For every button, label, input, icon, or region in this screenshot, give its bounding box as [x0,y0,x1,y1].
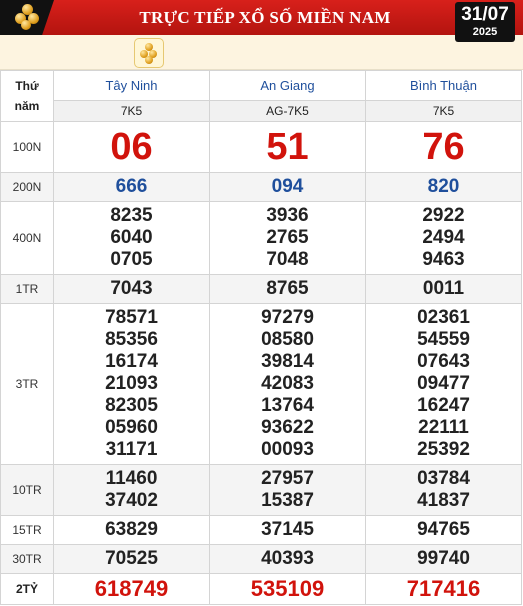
prize-row-400n: 400N 8235 6040 0705 3936 2765 7048 2922 … [0,201,522,275]
prize-label: 400N [0,201,54,275]
lottery-balls-button[interactable] [134,38,164,68]
prize-label: 100N [0,121,54,173]
prize-label: 30TR [0,544,54,574]
draw-date: 31/07 [461,4,509,25]
prize-number: 8765 [266,278,309,299]
prize-number: 0011 [422,278,465,299]
prize-number: 78571 [105,307,158,328]
prize-number: 2922 [422,205,465,226]
prize-number: 0705 [110,249,153,270]
prize-label: 1TR [0,274,54,304]
prize-number: 15387 [261,490,314,511]
prize-label: 3TR [0,303,54,465]
province-row: Thứ năm Tây Ninh An Giang Bình Thuận [0,70,522,122]
province-name[interactable]: Tây Ninh [53,70,210,101]
prize-number: 09477 [417,373,470,394]
prize-number: 820 [427,176,460,197]
prize-number: 00093 [261,439,314,460]
prize-number: 85356 [105,329,158,350]
prize-row-10tr: 10TR 11460 37402 27957 15387 03784 41837 [0,464,522,516]
prize-number: 05960 [105,417,158,438]
prize-number: 16174 [105,351,158,372]
prize-number: 03784 [417,468,470,489]
prize-number: 16247 [417,395,470,416]
toolbar [0,35,523,70]
prize-number: 94765 [417,519,470,540]
draw-year: 2025 [472,26,498,38]
prize-number: 08580 [261,329,314,350]
prize-number: 37402 [105,490,158,511]
weekday-label-line1: Thứ [15,79,39,93]
prize-number: 82305 [105,395,158,416]
prize-number: 7043 [110,278,153,299]
prize-number: 37145 [261,519,314,540]
prize-number: 7048 [266,249,309,270]
prize-number: 618749 [94,576,169,601]
prize-number: 11460 [105,468,158,489]
ticket-code: AG-7K5 [209,100,366,122]
ticket-code: 7K5 [53,100,210,122]
prize-label: 15TR [0,515,54,545]
site-logo[interactable] [0,0,54,35]
prize-label: 200N [0,172,54,202]
page-title: TRỰC TIẾP XỔ SỐ MIỀN NAM [139,8,391,27]
prize-number: 094 [271,176,304,197]
prize-number: 93622 [261,417,314,438]
prize-row-3tr: 3TR 78571 85356 16174 21093 82305 05960 … [0,303,522,465]
prize-number: 22111 [418,417,469,438]
lottery-balls-icon [12,4,42,30]
prize-number: 25392 [417,439,470,460]
prize-number: 2494 [422,227,465,248]
prize-number: 21093 [105,373,158,394]
prize-number: 63829 [105,519,158,540]
results-page: TRỰC TIẾP XỔ SỐ MIỀN NAM 31/07 2025 Thứ … [0,0,523,606]
prize-number: 13764 [261,395,314,416]
prize-number: 2765 [266,227,309,248]
prize-row-200n: 200N 666 094 820 [0,172,522,202]
prize-number: 31171 [105,439,158,460]
province-name[interactable]: An Giang [209,70,366,101]
prize-number: 42083 [261,373,314,394]
prize-number: 717416 [406,576,481,601]
prize-row-15tr: 15TR 63829 37145 94765 [0,515,522,545]
ticket-code-row: 7K5 AG-7K5 7K5 [1,100,522,122]
prize-row-100n: 100N 06 51 76 [0,121,522,173]
prize-number: 27957 [261,468,314,489]
prize-row-30tr: 30TR 70525 40393 99740 [0,544,522,574]
prize-number: 54559 [417,329,470,350]
prize-number: 97279 [261,307,314,328]
prize-number: 76 [422,126,465,168]
prize-number: 70525 [105,548,158,569]
prize-number: 39814 [261,351,314,372]
province-name[interactable]: Bình Thuận [365,70,522,101]
weekday-label-line2: năm [14,99,40,113]
prize-number: 06 [110,126,153,168]
lottery-balls-icon [145,56,153,64]
draw-date-badge: 31/07 2025 [455,2,515,42]
prize-number: 41837 [417,490,470,511]
prize-label: 2TỶ [0,573,54,605]
prize-number: 535109 [250,576,325,601]
prize-number: 02361 [417,307,470,328]
prize-number: 8235 [110,205,153,226]
prize-number: 07643 [417,351,470,372]
prize-label: 10TR [0,464,54,516]
weekday-label: Thứ năm [0,70,54,122]
header-bar: TRỰC TIẾP XỔ SỐ MIỀN NAM [0,0,523,35]
prize-number: 3936 [266,205,309,226]
prize-number: 9463 [422,249,465,270]
prize-number: 666 [115,176,148,197]
prize-number: 99740 [417,548,470,569]
prize-number: 40393 [261,548,314,569]
prize-number: 51 [266,126,309,168]
results-table: Thứ năm Tây Ninh An Giang Bình Thuận 7K5… [0,70,522,605]
prize-row-1tr: 1TR 7043 8765 0011 [0,274,522,304]
prize-row-special: 2TỶ 618749 535109 717416 [0,573,522,605]
prize-number: 6040 [110,227,153,248]
ticket-code: 7K5 [365,100,522,122]
